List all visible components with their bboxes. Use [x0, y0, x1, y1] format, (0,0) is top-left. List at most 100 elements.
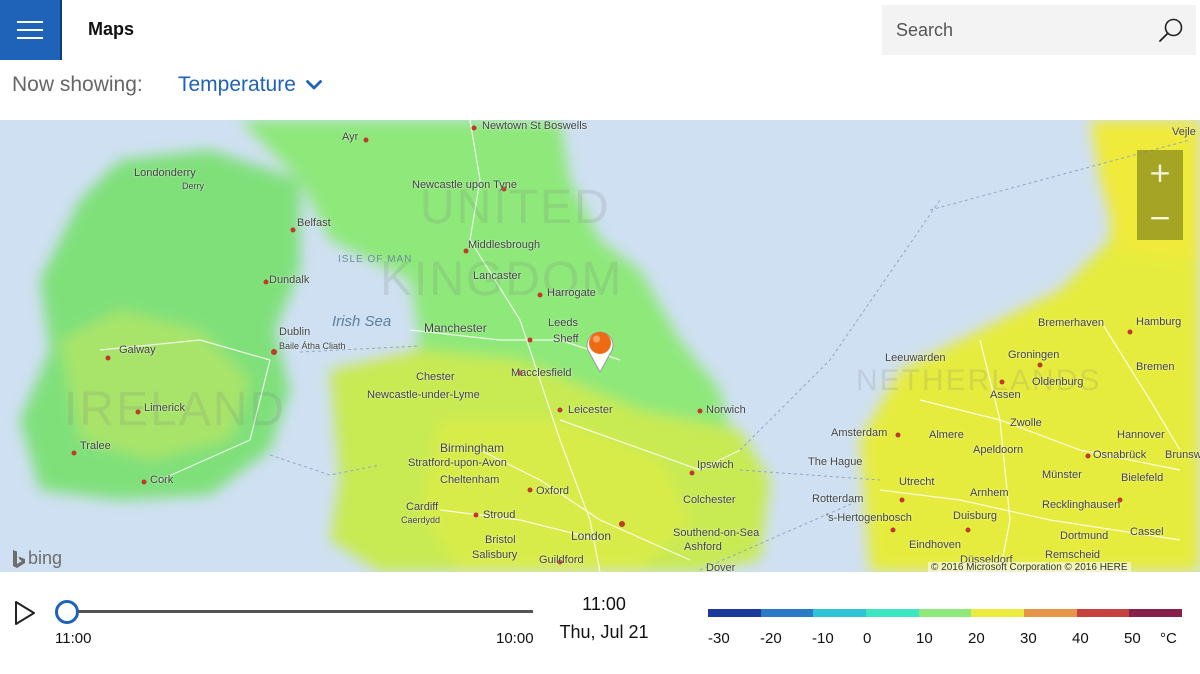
legend-swatch	[760, 609, 814, 617]
map-label: Chester	[416, 371, 455, 383]
timeline-slider-thumb[interactable]	[55, 600, 79, 624]
zoom-in-button[interactable]: +	[1137, 150, 1183, 195]
legend-swatch	[708, 609, 761, 617]
map-label: The Hague	[808, 456, 863, 468]
legend-swatch	[813, 609, 867, 617]
map-label: Bremerhaven	[1038, 317, 1105, 329]
map-label: Limerick	[144, 402, 185, 414]
map-label: Caerdydd	[401, 515, 441, 525]
map-label: Norwich	[706, 404, 746, 416]
bing-label: bing	[28, 548, 63, 568]
timeline-bar: 11:00 10:00 11:00 Thu, Jul 21 -30 -20 -10 0…	[0, 572, 1200, 674]
map-label: Birmingham	[440, 441, 505, 455]
map-label: Newcastle upon Tyne	[412, 179, 517, 191]
map-label: Cheltenham	[440, 474, 500, 486]
play-icon[interactable]	[14, 600, 36, 626]
map-label: Duisburg	[953, 510, 998, 522]
map-label: London	[571, 529, 612, 543]
legend-swatch	[1129, 609, 1183, 617]
map-label: Baile Átha Cliath	[279, 341, 346, 351]
legend-label: 40	[1072, 630, 1089, 647]
map-label: Ashford	[684, 541, 722, 553]
search-icon	[1159, 18, 1183, 42]
legend-label: 50	[1124, 630, 1141, 647]
map-label: Almere	[929, 429, 964, 441]
map-label: Apeldoorn	[973, 444, 1024, 456]
map-label: Colchester	[683, 494, 736, 506]
map-label: Osnabrück	[1093, 449, 1147, 461]
map-label: Bielefeld	[1121, 472, 1164, 484]
timeline-slider-track[interactable]	[67, 610, 533, 613]
legend-label: 10	[916, 630, 933, 647]
timeline-start-label: 11:00	[55, 630, 92, 647]
map-label: Dortmund	[1060, 530, 1109, 542]
map-label: Bremen	[1136, 361, 1175, 373]
map-label: Stratford-upon-Avon	[408, 457, 507, 469]
map-label: Dover	[706, 562, 736, 572]
map-label: Leeds	[548, 317, 578, 329]
bing-icon	[13, 549, 25, 568]
app-title: Maps	[88, 19, 135, 39]
map-label: Recklinghausen	[1042, 499, 1121, 511]
map-label: Newcastle-under-Lyme	[367, 389, 480, 401]
map-label: Manchester	[424, 321, 487, 335]
map-label: Eindhoven	[909, 539, 961, 551]
map-label: Tralee	[80, 440, 111, 452]
legend-label: °C	[1160, 630, 1177, 647]
search-input[interactable]	[882, 5, 1142, 55]
map-label: Cork	[150, 474, 174, 486]
legend-swatch	[971, 609, 1025, 617]
map-label: Assen	[990, 389, 1021, 401]
zoom-controls: + −	[1137, 150, 1183, 240]
map-label: Londonderry	[134, 167, 196, 179]
header: Maps Now showing: Temperature	[0, 0, 1200, 120]
map-label: Vejle	[1172, 126, 1196, 138]
map-label: Cardiff	[406, 501, 439, 513]
layer-dropdown[interactable]: Temperature	[178, 73, 322, 97]
map-label: Oldenburg	[1032, 376, 1084, 388]
legend-label: -10	[812, 630, 834, 647]
bing-logo: bing	[12, 548, 62, 569]
menu-button[interactable]	[0, 0, 62, 60]
map-label: Galway	[119, 344, 156, 356]
location-pin-icon[interactable]	[584, 328, 616, 374]
map-label: Münster	[1042, 469, 1082, 481]
temperature-legend-labels: -30 -20 -10 0 10 20 30 40 50 °C	[700, 630, 1190, 650]
search-button[interactable]	[1146, 5, 1196, 55]
legend-label: 20	[968, 630, 985, 647]
map-label: Utrecht	[899, 476, 935, 488]
temperature-legend-bar	[708, 609, 1183, 617]
zoom-out-button[interactable]: −	[1137, 195, 1183, 240]
map-label: Derry	[182, 181, 204, 191]
map-label: Hannover	[1117, 429, 1165, 441]
copyright-text: © 2016 Microsoft Corporation © 2016 HERE	[928, 562, 1131, 572]
current-date: Thu, Jul 21	[559, 622, 649, 642]
now-showing-label: Now showing:	[12, 73, 143, 96]
maps-app: Maps Now showing: Temperature	[0, 0, 1200, 674]
map-label: Salisbury	[472, 549, 518, 561]
map-label: Brunsw	[1165, 449, 1200, 461]
map-canvas[interactable]: UNITED KINGDOM IRELAND NETHERLANDS Newto…	[0, 120, 1200, 572]
map-label: Belfast	[297, 217, 331, 229]
map-label: Sheff	[553, 333, 579, 345]
map-label: Macclesfield	[511, 367, 572, 379]
map-label: Newtown St Boswells	[482, 120, 588, 132]
legend-label: 30	[1020, 630, 1037, 647]
map-label: 's-Hertogenbosch	[826, 512, 912, 524]
map-label: Groningen	[1008, 349, 1060, 361]
map-label: Ayr	[342, 131, 359, 143]
map-label: Bristol	[485, 534, 516, 546]
map-label: Oxford	[536, 485, 570, 497]
map-label: Leeuwarden	[885, 352, 946, 364]
map-label: Ipswich	[697, 459, 734, 471]
map-label: ISLE OF MAN	[338, 254, 413, 265]
map-label: Rotterdam	[812, 493, 864, 505]
legend-swatch	[866, 609, 919, 617]
hamburger-icon	[17, 21, 43, 39]
legend-swatch	[1076, 609, 1130, 617]
map-label: Irish Sea	[332, 313, 392, 330]
map-label: Southend-on-Sea	[673, 527, 760, 539]
map-label: Dublin	[279, 326, 311, 338]
layer-dropdown-value: Temperature	[178, 73, 296, 96]
map-label: Hamburg	[1136, 316, 1182, 328]
